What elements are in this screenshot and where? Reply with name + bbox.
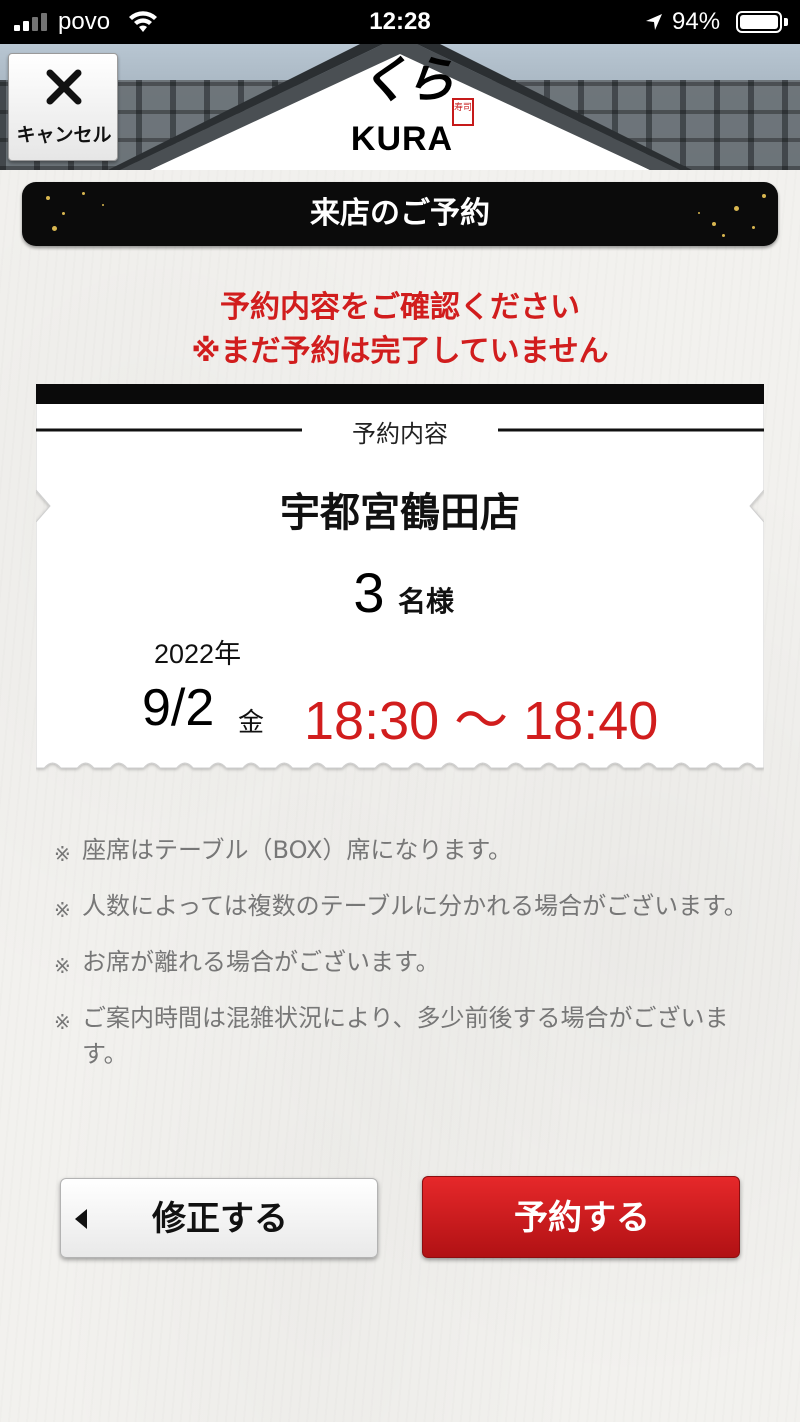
cancel-label: キャンセル <box>16 124 112 146</box>
reservation-section-label: 予約内容 <box>352 420 448 448</box>
party-count: 3 <box>353 561 385 624</box>
kura-logo-jp: くら <box>359 50 455 109</box>
reserve-button-label: 予約する <box>514 1198 650 1238</box>
battery-tip <box>784 18 788 26</box>
store-name: 宇都宮鶴田店 <box>280 490 520 536</box>
edit-button-label: 修正する <box>152 1199 288 1239</box>
close-icon <box>46 69 82 105</box>
note-mark: ※ <box>54 1010 71 1034</box>
location-arrow-icon <box>646 14 662 30</box>
battery-level <box>740 15 778 29</box>
title-banner: 来店のご予約 <box>22 182 778 246</box>
status-bar: povo 12:28 94% <box>0 0 800 44</box>
reservation-time-range: 18:30 ～ 18:40 <box>304 691 659 751</box>
cancel-button[interactable]: キャンセル <box>8 53 118 161</box>
note-item: ※ ご案内時間は混雑状況により、多少前後する場合がございます。 <box>54 1000 766 1072</box>
reservation-date: 9/2 <box>142 679 215 737</box>
party-unit: 名様 <box>398 585 455 618</box>
confirm-warning-line2: ※まだ予約は完了していません <box>191 334 609 369</box>
reservation-year: 2022年 <box>154 639 242 669</box>
note-text: ご案内時間は混雑状況により、多少前後する場合がございます。 <box>82 1004 729 1068</box>
battery-percentage: 94% <box>672 8 721 35</box>
reserve-button[interactable]: 予約する <box>422 1176 740 1258</box>
kura-logo-en: KURA <box>350 120 454 158</box>
note-text: 人数によっては複数のテーブルに分かれる場合がございます。 <box>82 892 748 920</box>
note-mark: ※ <box>54 842 71 866</box>
note-mark: ※ <box>54 954 71 978</box>
note-text: 座席はテーブル（BOX）席になります。 <box>82 836 512 864</box>
battery-icon <box>736 11 782 33</box>
note-text: お席が離れる場合がございます。 <box>82 948 440 976</box>
notes-list: ※ 座席はテーブル（BOX）席になります。 ※ 人数によっては複数のテーブルに分… <box>54 832 766 1092</box>
reservation-weekday: 金 <box>238 708 265 738</box>
reservation-ticket: 予約内容 宇都宮鶴田店 3 名様 2022年 9/2 金 18:30 ～ 18:… <box>36 384 764 778</box>
note-item: ※ 座席はテーブル（BOX）席になります。 <box>54 832 766 868</box>
confirm-warning-line1: 予約内容をご確認ください <box>220 290 580 325</box>
page-title: 来店のご予約 <box>310 196 490 231</box>
edit-button[interactable]: 修正する <box>60 1178 378 1258</box>
note-mark: ※ <box>54 898 71 922</box>
note-item: ※ お席が離れる場合がございます。 <box>54 944 766 980</box>
note-item: ※ 人数によっては複数のテーブルに分かれる場合がございます。 <box>54 888 766 924</box>
